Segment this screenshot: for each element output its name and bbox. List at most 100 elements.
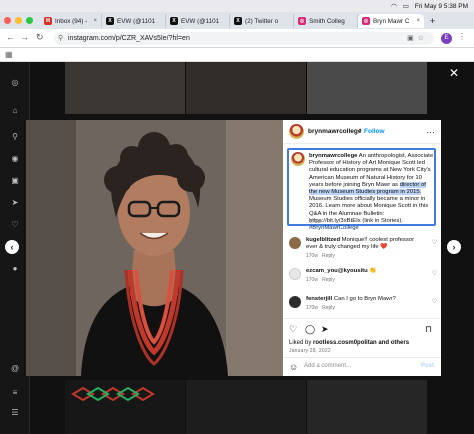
- menu-icon[interactable]: ☰: [10, 408, 20, 418]
- post-photo[interactable]: [26, 120, 283, 376]
- close-window-button[interactable]: [4, 17, 11, 24]
- close-tab-icon[interactable]: ×: [416, 18, 420, 24]
- address-bar-action-icons[interactable]: ▣☆: [407, 32, 428, 45]
- x-logo-icon: X: [106, 17, 114, 25]
- notifications-heart-icon[interactable]: ♡: [10, 220, 20, 230]
- threads-icon[interactable]: @: [10, 364, 20, 374]
- post-actions: ♡ ◯ ➤ ⊓ Liked by rootless.cosm0politan a…: [283, 318, 441, 376]
- comment-username[interactable]: fensterjill: [306, 296, 332, 302]
- search-icon[interactable]: ⚲: [10, 132, 20, 142]
- share-send-icon[interactable]: ➤: [321, 324, 329, 335]
- tab-x-1[interactable]: X EVW (@1101: [102, 14, 166, 28]
- grid-post-thumbnail[interactable]: [307, 62, 427, 114]
- reload-icon[interactable]: ↻: [36, 32, 44, 43]
- caption-time: 171w: [309, 219, 321, 225]
- grid-post-thumbnail[interactable]: [65, 62, 185, 114]
- grid-pattern-graphic: [71, 386, 155, 402]
- commenter-avatar[interactable]: [289, 237, 301, 249]
- reply-button[interactable]: Reply: [322, 277, 335, 283]
- like-comment-heart-icon[interactable]: ♡: [432, 298, 437, 305]
- tab-gmail[interactable]: M Inbox (94) - ×: [40, 14, 102, 28]
- reply-button[interactable]: Reply: [322, 253, 335, 259]
- caption-username[interactable]: brynmawrcollege: [309, 153, 357, 159]
- battery-icon[interactable]: ▭: [403, 2, 409, 10]
- tab-smith-college[interactable]: ◎ Smith Colleg: [294, 14, 358, 28]
- tab-bryn-mawr[interactable]: ◎ Bryn Mawr C ×: [358, 14, 424, 28]
- like-heart-icon[interactable]: ♡: [289, 324, 297, 335]
- close-tab-icon[interactable]: ×: [93, 18, 97, 24]
- comment-username[interactable]: kugelblitzed: [306, 237, 340, 243]
- comment-text: fensterjill Can I go to Bryn Mawr?: [306, 296, 426, 303]
- add-comment-input[interactable]: Add a comment...: [304, 363, 351, 369]
- account-avatar[interactable]: [289, 124, 304, 139]
- likes-summary: Liked by rootless.cosm0politan and other…: [289, 340, 409, 346]
- post-username[interactable]: brynmawrcollege: [308, 128, 361, 135]
- commenter-avatar[interactable]: [289, 296, 301, 308]
- messages-icon[interactable]: ➤: [10, 198, 20, 208]
- comment-text: ezcam_you@kyousitu 👏: [306, 268, 426, 275]
- comment-text: kugelblitzed Monique!! coolest professor…: [306, 237, 426, 251]
- post-details-panel: brynmawrcollege • Follow … brynmawrcolle…: [283, 120, 441, 376]
- tab-x-2[interactable]: X EVW (@1101: [166, 14, 230, 28]
- likes-prefix: Liked by: [289, 340, 314, 346]
- comment-body: Can I go to Bryn Mawr?: [332, 296, 396, 302]
- grid-post-thumbnail[interactable]: [65, 380, 185, 434]
- zoom-window-button[interactable]: [26, 17, 33, 24]
- address-url[interactable]: instagram.com/p/CZR_XAVs5Ie/?hl=en: [68, 35, 190, 42]
- profile-icon[interactable]: ●: [10, 264, 20, 274]
- tab-label: EVW (@1101: [181, 17, 220, 25]
- comment-item: ezcam_you@kyousitu 👏 170w Reply ♡: [289, 268, 439, 296]
- browser-menu-icon[interactable]: ⋮: [458, 32, 466, 41]
- forward-arrow-icon[interactable]: →: [20, 32, 29, 42]
- emoji-icon[interactable]: ☺: [289, 362, 298, 372]
- gmail-icon: M: [44, 17, 52, 25]
- grid-post-thumbnail[interactable]: [307, 380, 427, 434]
- comment-body: 👏: [367, 268, 377, 274]
- more-options-icon[interactable]: …: [426, 125, 435, 135]
- post-comment-button[interactable]: Post: [421, 363, 434, 369]
- like-comment-heart-icon[interactable]: ♡: [432, 270, 437, 277]
- grid-post-thumbnail[interactable]: [186, 62, 306, 114]
- site-info-icon[interactable]: ⚲: [58, 32, 63, 45]
- comment-meta: 170w Reply: [306, 305, 335, 311]
- reply-button[interactable]: Reply: [322, 305, 335, 311]
- profile-avatar[interactable]: E: [441, 33, 452, 44]
- next-post-arrow-icon[interactable]: ›: [447, 240, 461, 254]
- menubar-datetime[interactable]: Fri May 9 5:38 PM: [415, 3, 468, 10]
- tab-twitter[interactable]: X (2) Twitter o: [230, 14, 294, 28]
- macos-menu-bar: ◠ ▭ Fri May 9 5:38 PM: [0, 0, 474, 12]
- back-arrow-icon[interactable]: ←: [6, 32, 15, 42]
- comment-bubble-icon[interactable]: ◯: [305, 324, 315, 335]
- follow-button[interactable]: Follow: [364, 128, 385, 135]
- likes-user[interactable]: rootless.cosm0politan: [313, 340, 377, 346]
- comment-username[interactable]: ezcam_you@kyousitu: [306, 268, 368, 274]
- likes-suffix[interactable]: and others: [377, 340, 409, 346]
- caption-avatar[interactable]: [291, 152, 305, 166]
- save-bookmark-icon[interactable]: ⊓: [425, 324, 432, 335]
- caption-hashtag[interactable]: #BrynMawrCollege: [309, 225, 359, 231]
- previous-post-arrow-icon[interactable]: ‹: [5, 240, 19, 254]
- more-menu-icon[interactable]: ≡: [10, 388, 20, 398]
- home-icon[interactable]: ⌂: [10, 106, 20, 116]
- x-logo-icon: X: [234, 17, 242, 25]
- grid-post-thumbnail[interactable]: [186, 380, 306, 434]
- commenter-avatar[interactable]: [289, 268, 301, 280]
- new-tab-button[interactable]: +: [426, 14, 440, 28]
- minimize-window-button[interactable]: [15, 17, 22, 24]
- explore-icon[interactable]: ◉: [10, 154, 20, 164]
- add-comment-bar: ☺ Add a comment... Post: [283, 357, 441, 377]
- tab-label: (2) Twitter o: [245, 17, 279, 25]
- browser-tab-strip: M Inbox (94) - × X EVW (@1101 X EVW (@11…: [0, 12, 474, 29]
- address-bar[interactable]: ⚲ instagram.com/p/CZR_XAVs5Ie/?hl=en ▣☆: [54, 32, 434, 45]
- instagram-logo-icon[interactable]: ◎: [10, 78, 20, 88]
- reels-icon[interactable]: ▣: [10, 176, 20, 186]
- tab-label: Bryn Mawr C: [373, 17, 410, 25]
- like-comment-heart-icon[interactable]: ♡: [432, 239, 437, 246]
- tab-label: Smith Colleg: [309, 17, 345, 25]
- apps-grid-icon[interactable]: ▦: [5, 50, 13, 59]
- post-date: January 28, 2022: [289, 348, 331, 354]
- comment-time: 170w: [306, 277, 318, 283]
- close-modal-icon[interactable]: ✕: [449, 66, 459, 80]
- wifi-icon[interactable]: ◠: [391, 2, 397, 10]
- instagram-icon: ◎: [298, 17, 306, 25]
